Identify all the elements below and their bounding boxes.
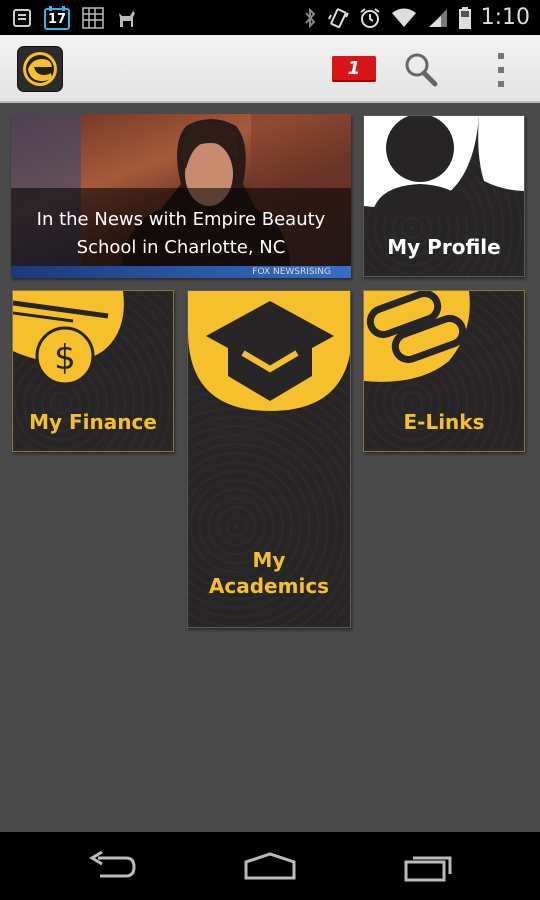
- my-academics-tile[interactable]: My Academics: [187, 290, 351, 628]
- news-caption: In the News with Empire Beauty School in…: [36, 209, 326, 258]
- my-finance-label: My Finance: [29, 410, 157, 434]
- my-finance-tile[interactable]: $ My Finance: [12, 290, 174, 452]
- status-clock: 1:10: [480, 5, 530, 30]
- wifi-icon: [391, 7, 417, 29]
- action-bar: 1: [0, 35, 540, 103]
- navigation-bar: [0, 832, 540, 900]
- status-bar: 17 1:10: [0, 0, 540, 35]
- recent-apps-icon[interactable]: [398, 846, 458, 886]
- svg-text:$: $: [54, 338, 76, 378]
- academics-graduation-cap-icon: [188, 291, 350, 411]
- grid-icon: [82, 6, 104, 29]
- bluetooth-icon: [303, 7, 317, 29]
- search-icon[interactable]: [402, 51, 440, 89]
- alarm-icon: [359, 7, 381, 29]
- notification-list-icon: [12, 8, 32, 28]
- e-links-label: E-Links: [403, 410, 485, 434]
- e-links-tile[interactable]: E-Links: [363, 290, 525, 452]
- my-academics-label-line1: My: [252, 548, 286, 572]
- empire-logo-icon[interactable]: [17, 46, 63, 92]
- home-icon[interactable]: [240, 846, 300, 886]
- news-tile[interactable]: In the News with Empire Beauty School in…: [11, 114, 351, 278]
- deer-icon: [116, 7, 138, 29]
- news-ticker: FOX NEWSRISING: [11, 266, 351, 278]
- notification-badge[interactable]: 1: [332, 56, 376, 82]
- signal-icon: [427, 7, 449, 29]
- my-profile-tile[interactable]: My Profile: [363, 115, 525, 277]
- battery-icon: [458, 6, 471, 29]
- vibrate-icon: [327, 7, 349, 29]
- back-icon[interactable]: [82, 846, 142, 886]
- my-profile-label: My Profile: [387, 235, 501, 259]
- calendar-icon: 17: [44, 5, 70, 30]
- my-academics-label-line2: Academics: [208, 574, 330, 598]
- calendar-day: 17: [47, 11, 67, 27]
- overflow-menu-icon[interactable]: [488, 53, 514, 87]
